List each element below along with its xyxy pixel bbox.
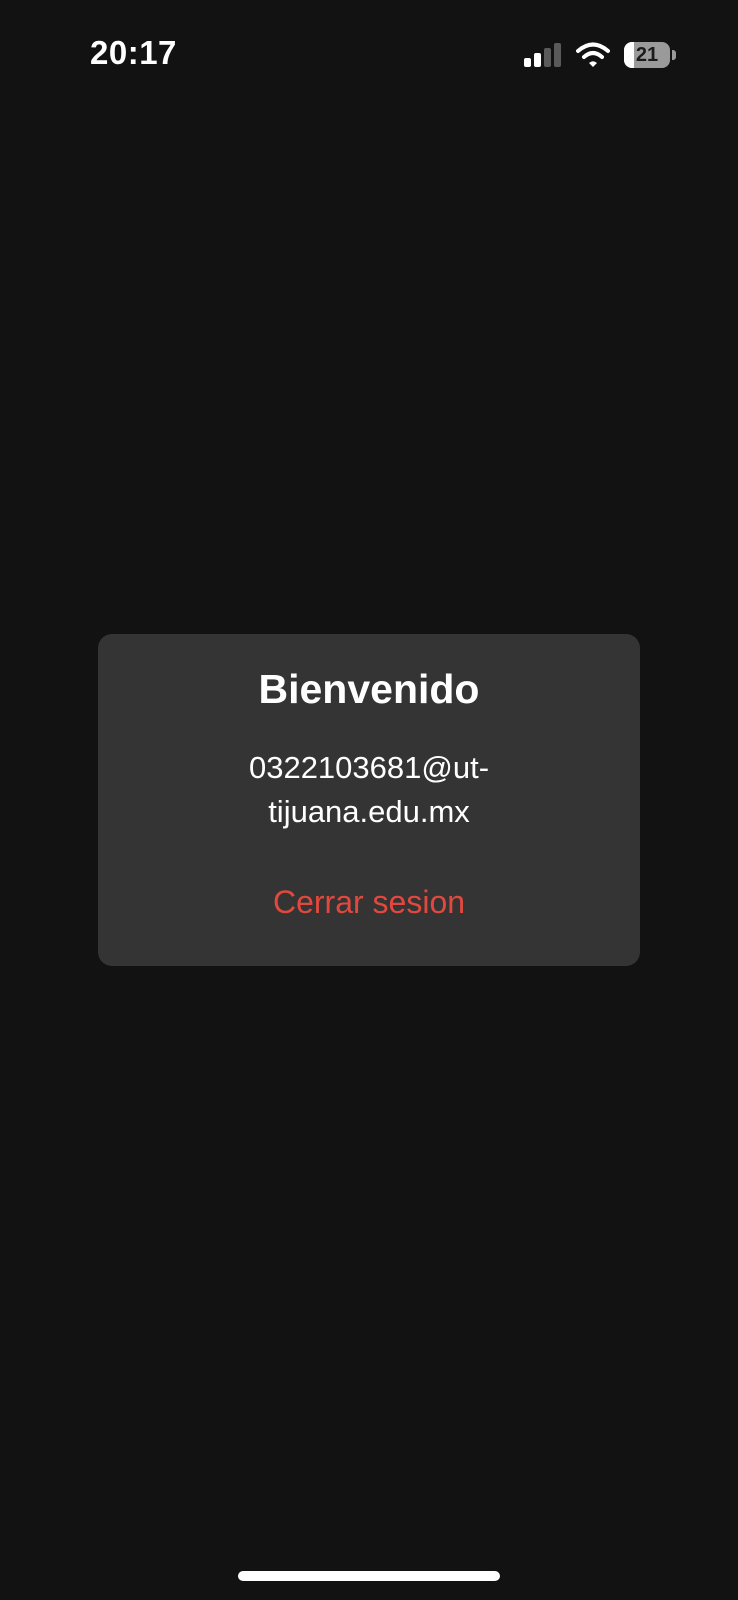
battery-body: 21	[624, 42, 670, 68]
status-time: 20:17	[90, 34, 177, 71]
logout-button[interactable]: Cerrar sesion	[219, 874, 519, 930]
battery-cap	[672, 50, 676, 60]
status-bar: 20:17 21	[0, 0, 738, 110]
user-email: 0322103681@ut-tijuana.edu.mx	[248, 750, 490, 829]
dialog-title: Bienvenido	[258, 666, 480, 712]
welcome-dialog: Bienvenido 0322103681@ut-tijuana.edu.mx …	[98, 634, 640, 966]
battery-level: 21	[635, 44, 659, 66]
home-indicator[interactable]	[238, 1571, 500, 1581]
status-icons: 21	[524, 40, 676, 70]
wifi-icon	[576, 42, 610, 67]
battery-icon: 21	[624, 42, 676, 68]
cellular-signal-icon	[524, 43, 561, 67]
